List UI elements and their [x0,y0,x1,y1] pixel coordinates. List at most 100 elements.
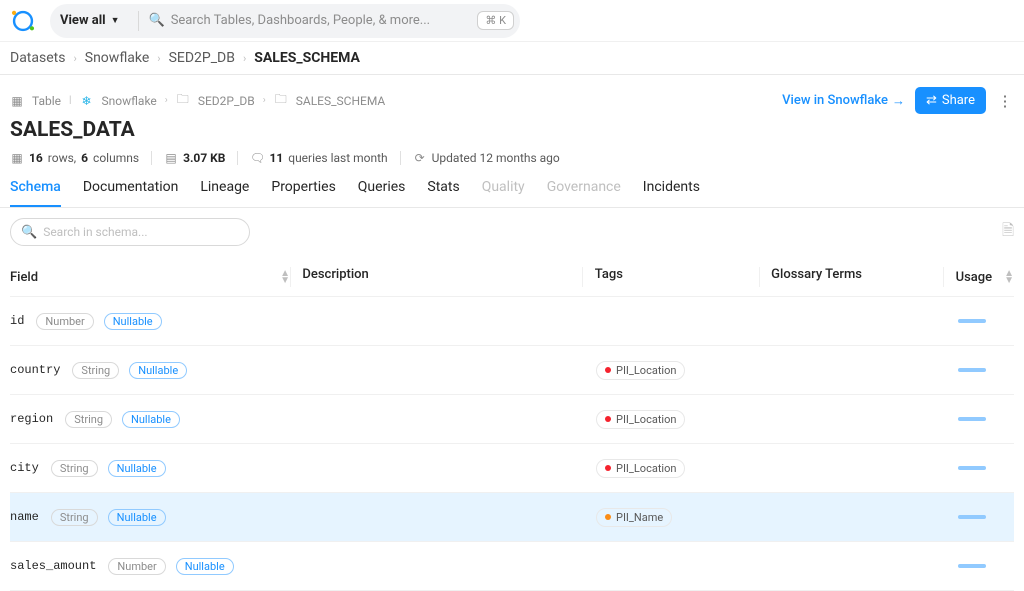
table-row[interactable]: countryStringNullablePII_Location [10,346,1014,395]
schema-search: 🔍 [10,218,250,246]
field-usage [958,319,1014,323]
keyboard-shortcut-hint: ⌘ K [477,11,514,30]
nullable-pill: Nullable [129,362,187,379]
column-header-glossary[interactable]: Glossary Terms [771,267,862,282]
field-usage [958,564,1014,568]
global-search: View all ▼ 🔍 ⌘ K [50,4,520,38]
schema-search-input[interactable] [43,225,239,239]
column-settings-button[interactable]: 🗎 [1002,220,1014,245]
sort-icon[interactable]: ▲▼ [280,270,290,284]
nullable-pill: Nullable [104,313,162,330]
chat-icon: 🗨 [250,151,264,165]
tab-lineage[interactable]: Lineage [200,179,249,207]
app-logo[interactable] [10,8,36,34]
entity-platform-label[interactable]: Snowflake [102,94,157,108]
type-pill: String [65,411,112,428]
field-tags: PII_Location [596,459,760,478]
schema-table: Field ▲▼ Description Tags Glossary Terms… [10,258,1014,591]
tab-stats[interactable]: Stats [427,179,459,207]
field-usage [958,515,1014,519]
breadcrumb: Datasets › Snowflake › SED2P_DB › SALES_… [0,42,1024,74]
more-menu-button[interactable]: ⋮ [996,90,1014,112]
grid-icon: ▦ [10,151,24,165]
table-row[interactable]: nameStringNullablePII_Name [10,493,1014,542]
divider: | [69,95,71,106]
search-icon: 🔍 [21,225,37,240]
tag-pill[interactable]: PII_Location [596,459,685,478]
chevron-down-icon: ▼ [111,15,120,26]
search-scope-label: View all [60,13,106,28]
column-header-field[interactable]: Field [10,270,38,285]
folder-icon: 🗀 [176,94,190,108]
column-header-description[interactable]: Description [302,267,368,282]
tab-documentation[interactable]: Documentation [83,179,179,207]
tag-pill[interactable]: PII_Location [596,410,685,429]
field-tags: PII_Location [596,410,760,429]
divider [138,11,139,31]
chevron-right-icon: › [73,52,76,65]
chevron-right-icon: › [157,52,160,65]
document-icon: 🗎 [1002,221,1014,239]
meta-queries: 🗨 11 queries last month [250,151,387,165]
field-tags: PII_Location [596,361,760,380]
folder-icon: 🗀 [274,94,288,108]
type-pill: String [51,509,98,526]
search-scope-dropdown[interactable]: View all ▼ [60,13,120,28]
usage-bar [958,564,986,568]
column-header-usage[interactable]: Usage [956,270,993,285]
usage-bar [958,319,986,323]
tab-governance: Governance [547,179,621,207]
divider [151,151,152,165]
divider [400,151,401,165]
field-name: name [10,510,39,524]
table-icon: ▦ [10,94,24,108]
meta-rows-cols: ▦ 16 rows, 6 columns [10,151,139,165]
global-search-input[interactable] [171,13,478,28]
meta-updated: ⟳ Updated 12 months ago [413,151,560,165]
meta-size: ▤ 3.07 KB [164,151,225,165]
breadcrumb-item[interactable]: SED2P_DB [169,50,235,66]
field-usage [958,368,1014,372]
usage-bar [958,368,986,372]
tab-bar: Schema Documentation Lineage Properties Quer… [10,179,1014,207]
kebab-icon: ⋮ [998,92,1013,110]
field-tags: PII_Name [596,508,760,527]
table-row[interactable]: sales_amountNumberNullable [10,542,1014,591]
field-name: region [10,412,53,426]
tab-quality: Quality [482,179,525,207]
table-header: Field ▲▼ Description Tags Glossary Terms… [10,258,1014,297]
entity-type-label: Table [32,94,61,108]
breadcrumb-item[interactable]: Datasets [10,50,65,66]
tab-schema[interactable]: Schema [10,179,61,207]
table-row[interactable]: idNumberNullable [10,297,1014,346]
table-row[interactable]: cityStringNullablePII_Location [10,444,1014,493]
tab-properties[interactable]: Properties [271,179,335,207]
chevron-right-icon: › [165,95,168,106]
tag-pill[interactable]: PII_Location [596,361,685,380]
type-pill: String [51,460,98,477]
chevron-right-icon: › [263,95,266,106]
breadcrumb-item[interactable]: Snowflake [85,50,150,66]
share-button[interactable]: ⇄ Share [915,87,986,114]
entity-path-item[interactable]: SALES_SCHEMA [296,94,386,108]
storage-icon: ▤ [164,151,178,165]
entity-title: SALES_DATA [10,118,135,142]
snowflake-icon: ❄ [80,94,94,108]
nullable-pill: Nullable [108,460,166,477]
field-name: country [10,363,60,377]
view-in-source-link[interactable]: View in Snowflake → [782,93,905,109]
usage-bar [958,515,986,519]
nullable-pill: Nullable [122,411,180,428]
column-header-tags[interactable]: Tags [595,267,623,282]
entity-path-item[interactable]: SED2P_DB [198,94,255,108]
tab-incidents[interactable]: Incidents [643,179,700,207]
tag-dot-icon [605,465,611,471]
type-pill: Number [108,558,165,575]
table-row[interactable]: region String Nullable PII_Location [10,395,1014,444]
arrow-right-icon: → [892,93,905,109]
tag-pill[interactable]: PII_Name [596,508,672,527]
field-name: sales_amount [10,559,96,573]
tab-queries[interactable]: Queries [358,179,406,207]
breadcrumb-current: SALES_SCHEMA [254,50,360,66]
sort-icon[interactable]: ▲▼ [1004,270,1014,284]
